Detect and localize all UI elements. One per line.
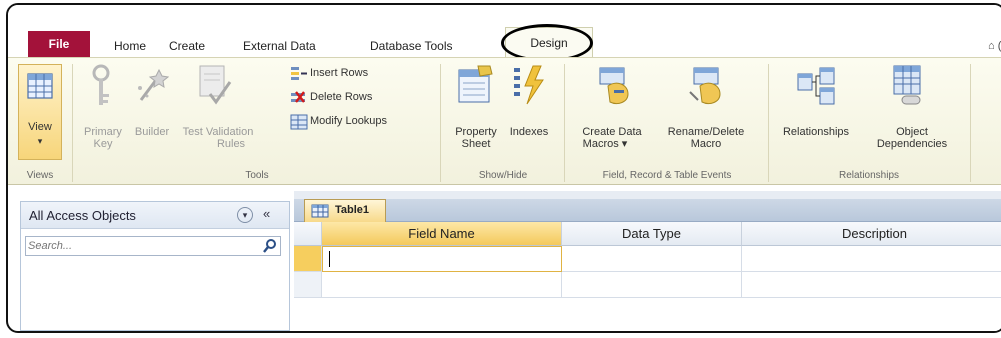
rename-delete-macro-button[interactable]: Rename/Delete Macro (656, 126, 756, 150)
relationships-button[interactable]: Relationships (774, 126, 858, 138)
column-header-data-type[interactable]: Data Type (562, 222, 742, 246)
builder-button[interactable]: Builder (127, 126, 177, 138)
data-type-cell[interactable] (562, 246, 742, 272)
modify-lookups-icon (290, 114, 308, 130)
group-separator (440, 64, 441, 182)
nav-pane-title: All Access Objects (29, 208, 136, 223)
object-dependencies-icon (893, 65, 921, 105)
primary-key-label-line1: Primary (84, 126, 122, 138)
data-type-cell[interactable] (562, 272, 742, 298)
create-data-macros-label-line2: Macros ▾ (582, 138, 628, 150)
tab-create[interactable]: Create (169, 35, 205, 57)
minimize-ribbon-icon[interactable]: ⌂ ( (988, 40, 1001, 52)
row-selector[interactable] (294, 272, 322, 298)
access-window: File Home Create External Data Database … (6, 3, 1001, 333)
search-icon[interactable] (262, 238, 278, 254)
modify-lookups-label: Modify Lookups (310, 115, 388, 127)
group-label-table-events: Field, Record & Table Events (602, 170, 732, 181)
select-all-corner[interactable] (294, 222, 322, 246)
tab-home[interactable]: Home (114, 35, 146, 57)
view-button[interactable]: View ▾ (18, 64, 62, 160)
object-dependencies-label-line1: Object (896, 126, 928, 138)
create-data-macros-button[interactable]: Create Data Macros ▾ (572, 126, 652, 150)
document-tab-strip: Table1 (294, 199, 1001, 222)
tab-design-label: Design (530, 36, 568, 50)
table-icon (311, 204, 329, 218)
primary-key-button[interactable]: Primary Key (82, 126, 124, 150)
document-tab-label: Table1 (335, 204, 370, 216)
builder-icon (138, 68, 169, 101)
group-label-show-hide: Show/Hide (478, 170, 528, 181)
delete-rows-label: Delete Rows (310, 91, 373, 103)
tab-file[interactable]: File (28, 31, 90, 57)
nav-pane-header[interactable]: All Access Objects ▾ « (21, 202, 289, 229)
rename-delete-macro-label-line2: Macro (690, 138, 722, 150)
group-label-relationships: Relationships (838, 170, 900, 181)
object-dependencies-button[interactable]: Object Dependencies (864, 126, 960, 150)
tab-database-tools[interactable]: Database Tools (370, 35, 453, 57)
text-caret (329, 251, 330, 267)
navigation-pane: All Access Objects ▾ « (20, 201, 290, 331)
column-header-description[interactable]: Description (742, 222, 1001, 246)
test-validation-label-line1: Test Validation (182, 126, 254, 138)
tab-design[interactable]: Design (505, 27, 593, 59)
search-input[interactable] (28, 239, 253, 253)
property-sheet-button[interactable]: Property Sheet (448, 126, 504, 150)
delete-rows-icon (291, 91, 305, 103)
group-separator (564, 64, 565, 182)
field-name-cell[interactable] (322, 246, 562, 272)
group-label-views: Views (26, 170, 54, 181)
document-area: Table1 Field Name Data Type Description (294, 191, 1001, 331)
insert-rows-label: Insert Rows (310, 67, 369, 79)
group-label-tools: Tools (245, 170, 269, 181)
field-name-cell[interactable] (322, 272, 562, 298)
primary-key-icon (92, 64, 110, 105)
description-cell[interactable] (742, 246, 1001, 272)
ribbon: View ▾ Views Primary Key Builder Test Va… (8, 57, 1001, 185)
primary-key-label-line2: Key (93, 138, 113, 150)
design-grid: Field Name Data Type Description (294, 222, 1001, 331)
description-cell[interactable] (742, 272, 1001, 298)
tab-external-data[interactable]: External Data (243, 35, 316, 57)
rename-delete-macro-label-line1: Rename/Delete (667, 126, 745, 138)
group-separator (768, 64, 769, 182)
view-icon (27, 73, 53, 99)
indexes-button[interactable]: Indexes (506, 126, 552, 138)
test-validation-rules-button[interactable]: Test Validation Rules (178, 126, 258, 150)
test-validation-label-line2: Rules (216, 138, 246, 150)
property-sheet-label-line2: Sheet (461, 138, 491, 150)
column-header-field-name[interactable]: Field Name (322, 222, 562, 246)
ribbon-tab-bar: File Home Create External Data Database … (8, 5, 1001, 62)
group-separator (970, 64, 971, 182)
collapse-pane-icon[interactable]: « (263, 206, 270, 221)
row-selector[interactable] (294, 246, 322, 272)
view-label: View (28, 121, 52, 133)
test-validation-rules-icon (199, 65, 232, 105)
property-sheet-icon (458, 65, 493, 103)
create-data-macros-label-line1: Create Data (582, 126, 642, 138)
search-box (25, 236, 281, 256)
nav-dropdown-icon[interactable]: ▾ (237, 207, 253, 223)
create-data-macros-icon (599, 67, 629, 105)
rename-delete-macro-icon (689, 67, 721, 105)
indexes-icon (514, 65, 544, 105)
relationships-icon (797, 67, 835, 105)
view-dropdown-icon: ▾ (37, 136, 43, 146)
object-dependencies-label-line2: Dependencies (876, 138, 948, 150)
group-separator (72, 64, 73, 182)
insert-rows-icon (291, 67, 307, 80)
document-tab-table1[interactable]: Table1 (304, 199, 386, 222)
property-sheet-label-line1: Property (455, 126, 497, 138)
